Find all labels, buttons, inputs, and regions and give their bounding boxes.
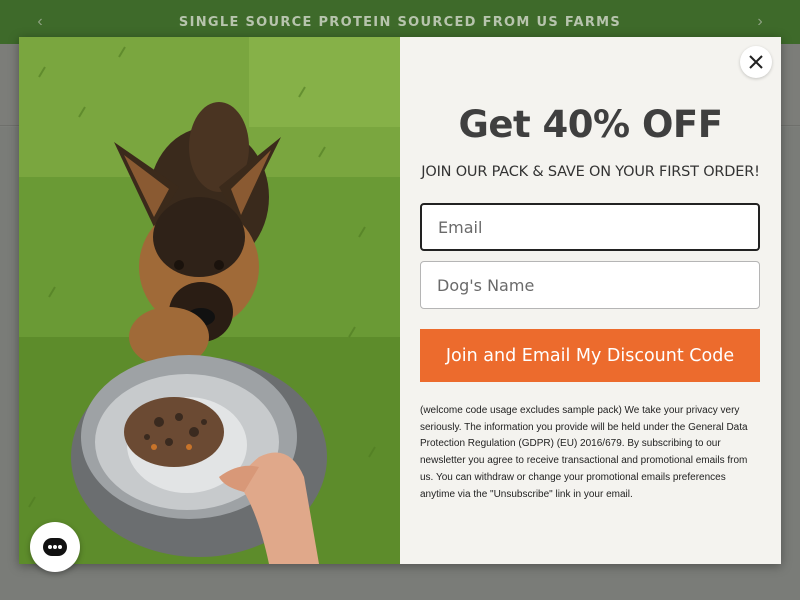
announcement-text: SINGLE SOURCE PROTEIN SOURCED FROM US FA… [178,14,622,30]
popup-subheadline: JOIN OUR PACK & SAVE ON YOUR FIRST ORDER… [421,164,760,180]
close-button[interactable] [740,46,772,78]
join-discount-button[interactable]: Join and Email My Discount Code [420,329,760,382]
chat-launcher-button[interactable] [30,522,80,572]
dog-name-field[interactable] [420,261,760,309]
signup-popup: Get 40% OFF JOIN OUR PACK & SAVE ON YOUR… [19,37,781,564]
popup-headline: Get 40% OFF [458,103,723,146]
chat-icon [43,538,67,556]
dog-photo-illustration [19,37,400,564]
email-field[interactable] [420,203,760,251]
privacy-disclaimer: (welcome code usage excludes sample pack… [420,405,748,500]
popup-image-dog-with-bowl [19,37,400,564]
close-icon [749,55,763,69]
